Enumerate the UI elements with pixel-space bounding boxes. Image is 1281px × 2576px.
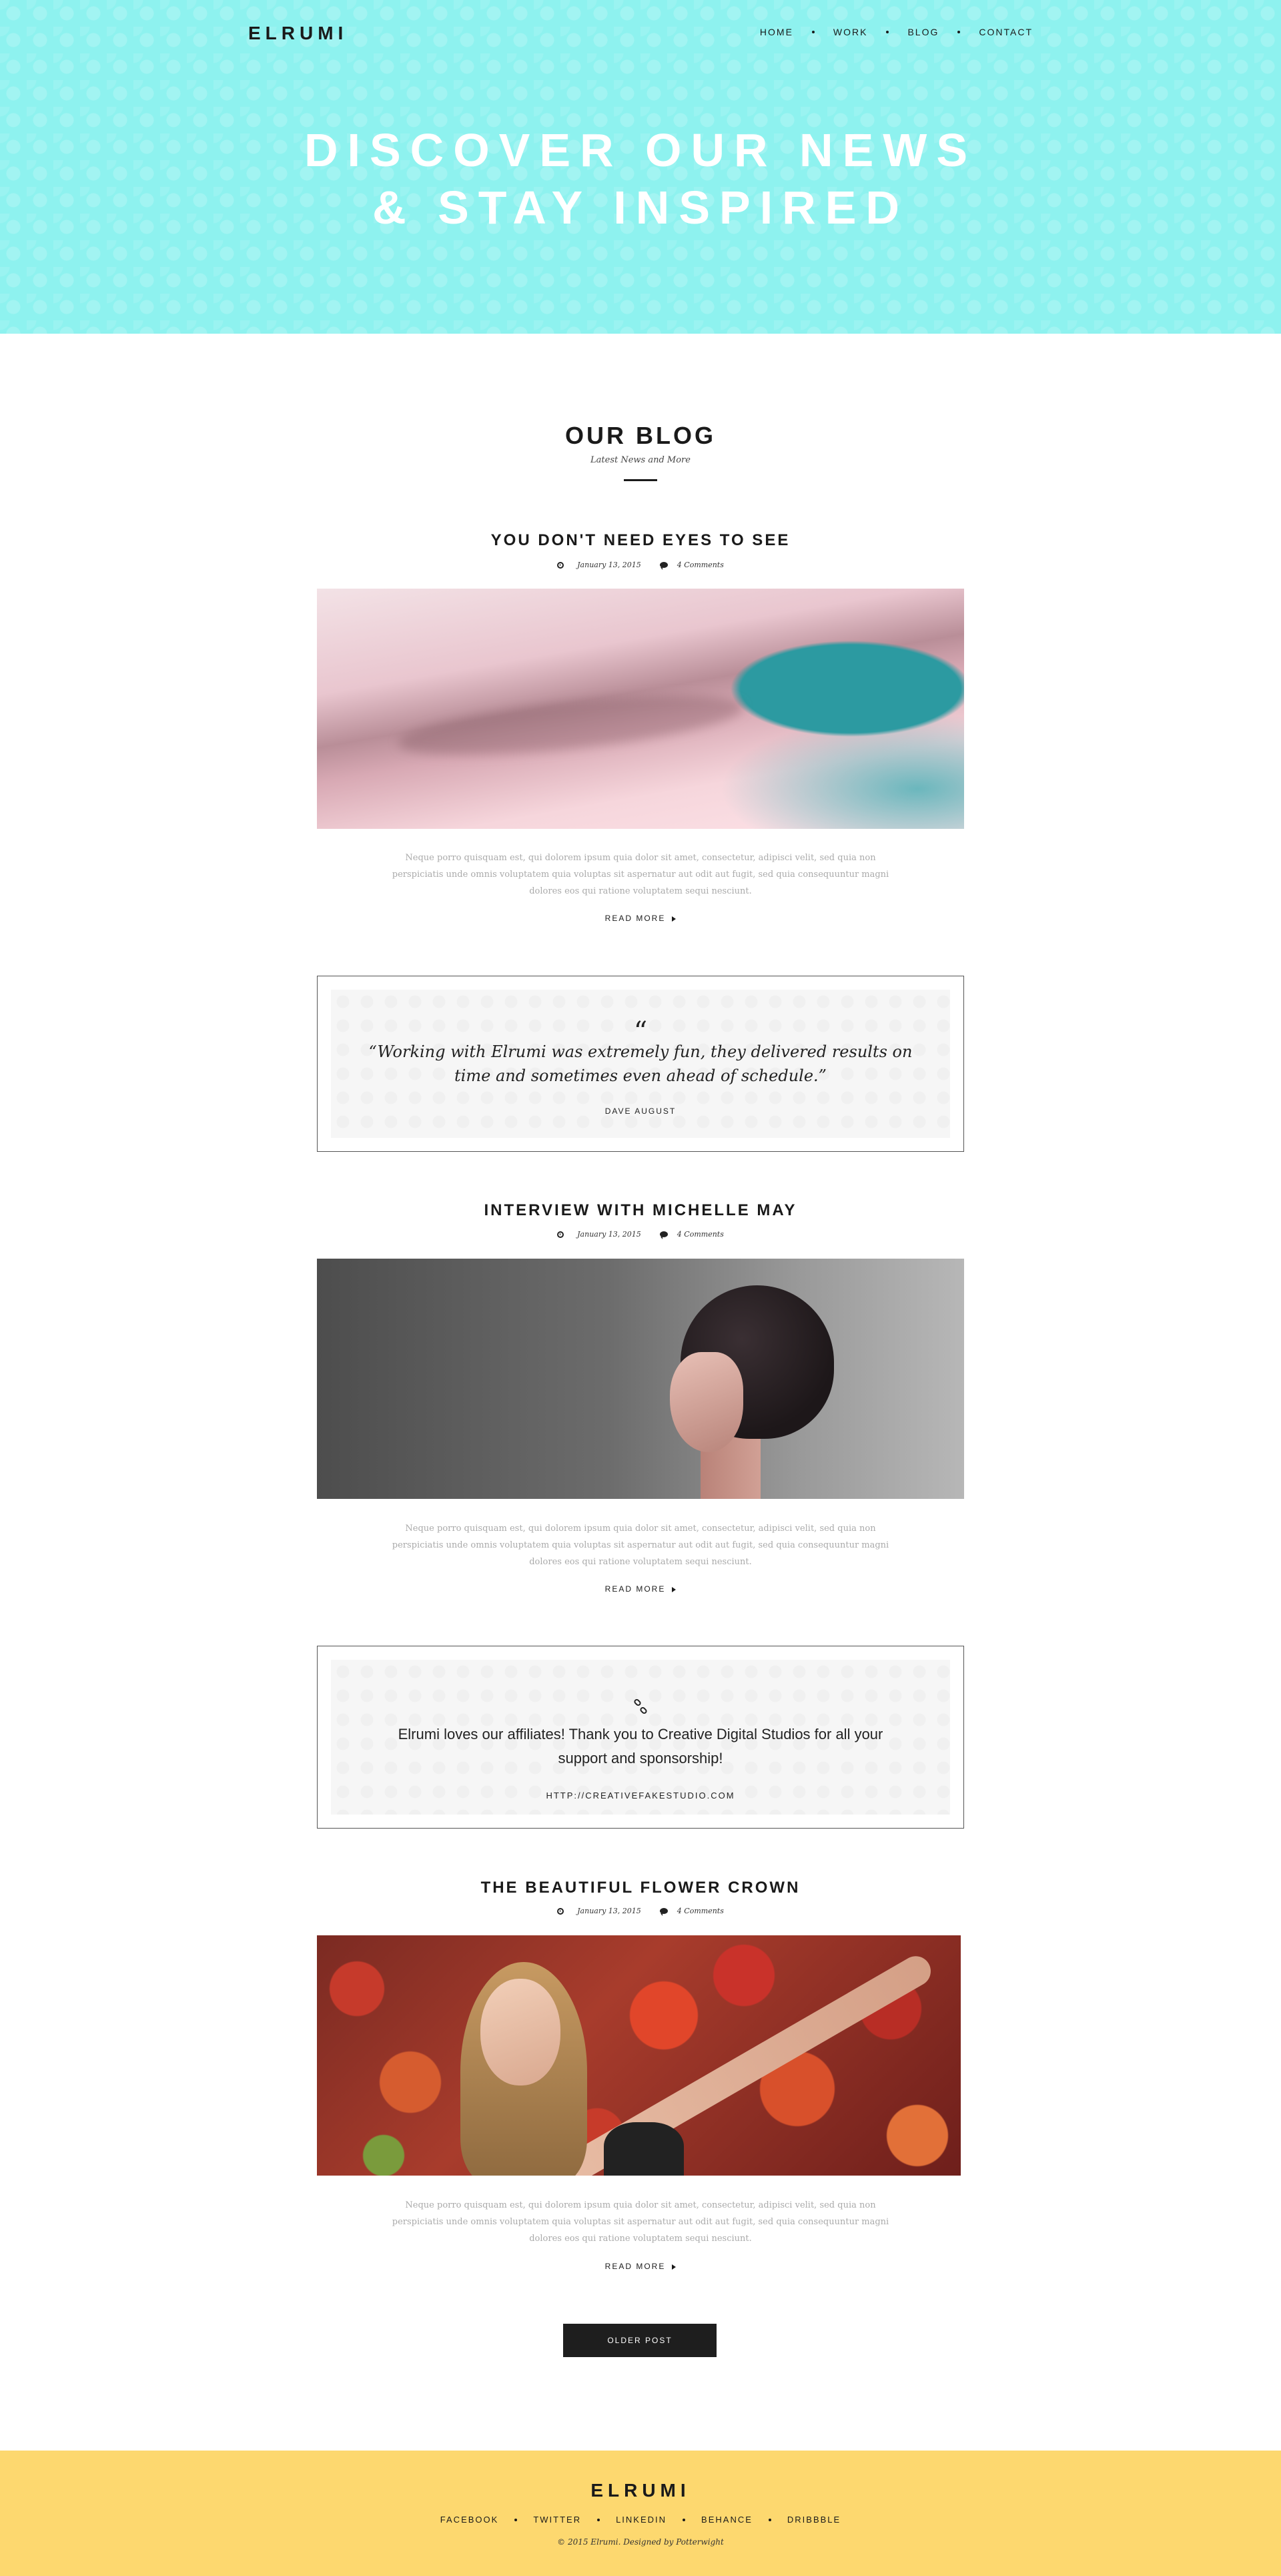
nav-blog[interactable]: BLOG (907, 27, 939, 37)
link-icon-svg (634, 1698, 647, 1714)
testimonial-author: DAVE AUGUST (604, 1106, 677, 1116)
social-separator (514, 2518, 518, 2521)
social-linkedin[interactable]: LINKEDIN (616, 2515, 667, 2525)
comment-icon (659, 562, 668, 570)
photo-face (480, 1979, 560, 2085)
read-more-link[interactable]: READ MORE (0, 2262, 1281, 2271)
read-more-label[interactable]: READ MORE (605, 914, 666, 923)
post-date: January 13, 2015 (557, 1907, 641, 1915)
testimonial-text: “Working with Elrumi was extremely fun, … (368, 1042, 913, 1085)
arrow-right-icon (672, 1586, 677, 1592)
arrow-right-icon (672, 2264, 677, 2270)
nav-separator (957, 31, 961, 33)
copyright: © 2015 Elrumi. Designed by Potterwight (557, 2537, 724, 2547)
post-title[interactable]: THE BEAUTIFUL FLOWER CROWN (0, 1879, 1281, 1897)
post-excerpt: Neque porro quisquam est, qui dolorem ip… (392, 2200, 889, 2244)
post-excerpt: Neque porro quisquam est, qui dolorem ip… (392, 1524, 889, 1567)
clock-icon (557, 1907, 564, 1915)
social-dribbble[interactable]: DRIBBBLE (787, 2515, 841, 2525)
social-separator (597, 2518, 600, 2521)
affiliate-card: Elrumi loves our affiliates! Thank you t… (317, 1646, 964, 1829)
clock-icon (557, 561, 564, 569)
read-more-label[interactable]: READ MORE (605, 1584, 666, 1594)
affiliate-inner: Elrumi loves our affiliates! Thank you t… (331, 1660, 950, 1815)
post-date-text: January 13, 2015 (577, 1230, 641, 1239)
post-date-text: January 13, 2015 (577, 1907, 641, 1915)
post-image[interactable] (317, 589, 964, 829)
post-title[interactable]: YOU DON'T NEED EYES TO SEE (0, 531, 1281, 550)
post-meta: January 13, 2015 4 Comments (0, 1230, 1281, 1239)
read-more-link[interactable]: READ MORE (0, 1584, 1281, 1594)
main-nav: HOME WORK BLOG CONTACT (760, 27, 1033, 37)
comment-icon (659, 1231, 668, 1239)
affiliate-text: Elrumi loves our affiliates! Thank you t… (398, 1726, 883, 1766)
nav-separator (886, 31, 889, 33)
post-excerpt: Neque porro quisquam est, qui dolorem ip… (392, 853, 889, 896)
social-behance[interactable]: BEHANCE (701, 2515, 753, 2525)
title-divider (624, 479, 657, 481)
site-footer: ELRUMI FACEBOOK TWITTER LINKEDIN BEHANCE… (0, 2451, 1281, 2576)
read-more-link[interactable]: READ MORE (0, 914, 1281, 923)
nav-contact[interactable]: CONTACT (979, 27, 1033, 37)
hero-headline: DISCOVER OUR NEWS & STAY INSPIRED (0, 121, 1281, 236)
older-post-button[interactable]: OLDER POST (563, 2324, 717, 2357)
nav-work[interactable]: WORK (833, 27, 868, 37)
post-meta: January 13, 2015 4 Comments (0, 561, 1281, 570)
blog-subtitle: Latest News and More (590, 455, 691, 465)
read-more-label[interactable]: READ MORE (605, 2262, 666, 2271)
site-logo[interactable]: ELRUMI (248, 23, 348, 44)
nav-separator (811, 31, 815, 33)
post-comments[interactable]: 4 Comments (659, 1230, 724, 1239)
blog-title: OUR BLOG (565, 422, 716, 449)
nav-home[interactable]: HOME (760, 27, 793, 37)
testimonial-inner: “ “Working with Elrumi was extremely fun… (331, 990, 950, 1138)
post-date: January 13, 2015 (557, 561, 641, 569)
hero-line-2: & STAY INSPIRED (372, 182, 909, 234)
social-separator (768, 2518, 771, 2521)
social-twitter[interactable]: TWITTER (533, 2515, 581, 2525)
clock-icon (557, 1231, 564, 1238)
post-comments-text[interactable]: 4 Comments (677, 561, 724, 569)
social-separator (683, 2518, 686, 2521)
portrait-face (670, 1352, 743, 1452)
post-comments[interactable]: 4 Comments (659, 1907, 724, 1916)
comment-icon (659, 1908, 668, 1916)
social-links: FACEBOOK TWITTER LINKEDIN BEHANCE DRIBBB… (0, 2515, 1281, 2525)
link-icon (632, 1698, 649, 1718)
post-image[interactable] (317, 1935, 961, 2176)
portrait-figure (670, 1285, 841, 1499)
post-comments-text[interactable]: 4 Comments (677, 1907, 724, 1915)
post-comments[interactable]: 4 Comments (659, 561, 724, 570)
post-date: January 13, 2015 (557, 1230, 641, 1239)
post-comments-text[interactable]: 4 Comments (677, 1230, 724, 1239)
post-title[interactable]: INTERVIEW WITH MICHELLE MAY (0, 1201, 1281, 1220)
footer-logo[interactable]: ELRUMI (0, 2480, 1281, 2501)
post-date-text: January 13, 2015 (577, 561, 641, 569)
image-shade (395, 684, 746, 767)
hero-line-1: DISCOVER OUR NEWS (304, 124, 977, 176)
photo-dress (604, 2122, 684, 2176)
affiliate-url[interactable]: HTTP://CREATIVEFAKESTUDIO.COM (331, 1791, 950, 1801)
post-image[interactable] (317, 1259, 964, 1499)
post-meta: January 13, 2015 4 Comments (0, 1907, 1281, 1916)
social-facebook[interactable]: FACEBOOK (440, 2515, 499, 2525)
hero-banner: ELRUMI HOME WORK BLOG CONTACT DISCOVER O… (0, 0, 1281, 334)
arrow-right-icon (672, 916, 677, 922)
testimonial-card: “ “Working with Elrumi was extremely fun… (317, 976, 964, 1152)
